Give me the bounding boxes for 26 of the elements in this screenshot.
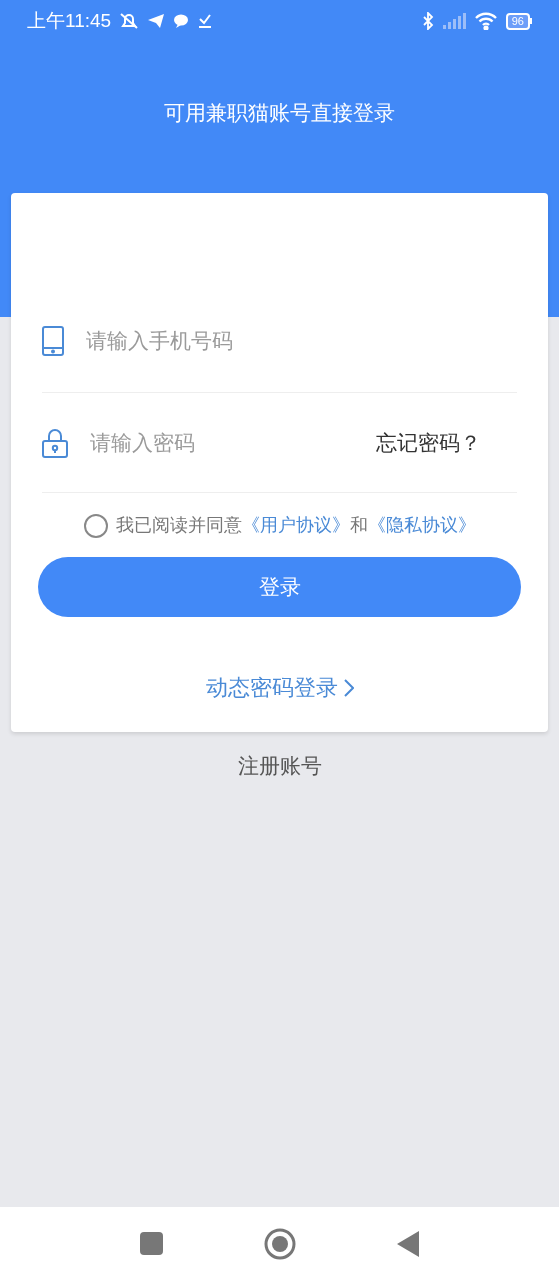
lock-icon [42, 427, 68, 458]
dynamic-password-login-link[interactable]: 动态密码登录 [205, 671, 354, 704]
mute-bell-icon [119, 12, 140, 30]
agreement-text: 我已阅读并同意《用户协议》和《隐私协议》 [115, 514, 476, 537]
home-button[interactable] [264, 1227, 296, 1260]
chat-bubble-icon [173, 14, 190, 28]
download-done-icon [197, 13, 214, 29]
bluetooth-icon [421, 12, 434, 30]
status-time: 上午11:45 [27, 8, 112, 33]
back-button[interactable] [397, 1230, 419, 1257]
phone-input[interactable]: 请输入手机号码 [86, 325, 517, 357]
agreement-checkbox[interactable] [83, 513, 108, 538]
privacy-agreement-link[interactable]: 《隐私协议》 [367, 515, 476, 535]
forgot-password-link[interactable]: 忘记密码？ [376, 426, 481, 459]
wifi-icon [473, 12, 498, 30]
register-link[interactable]: 注册账号 [237, 750, 322, 782]
password-input[interactable]: 请输入密码 [90, 426, 354, 459]
signal-icon [441, 13, 466, 29]
login-button[interactable]: 登录 [38, 557, 521, 617]
phone-icon [42, 326, 64, 356]
user-agreement-link[interactable]: 《用户协议》 [241, 515, 350, 535]
recents-button[interactable] [140, 1232, 163, 1255]
battery-icon: 96 [505, 12, 532, 30]
chevron-right-icon [343, 678, 354, 697]
header-title: 可用兼职猫账号直接登录 [164, 100, 395, 126]
send-icon [147, 13, 166, 29]
